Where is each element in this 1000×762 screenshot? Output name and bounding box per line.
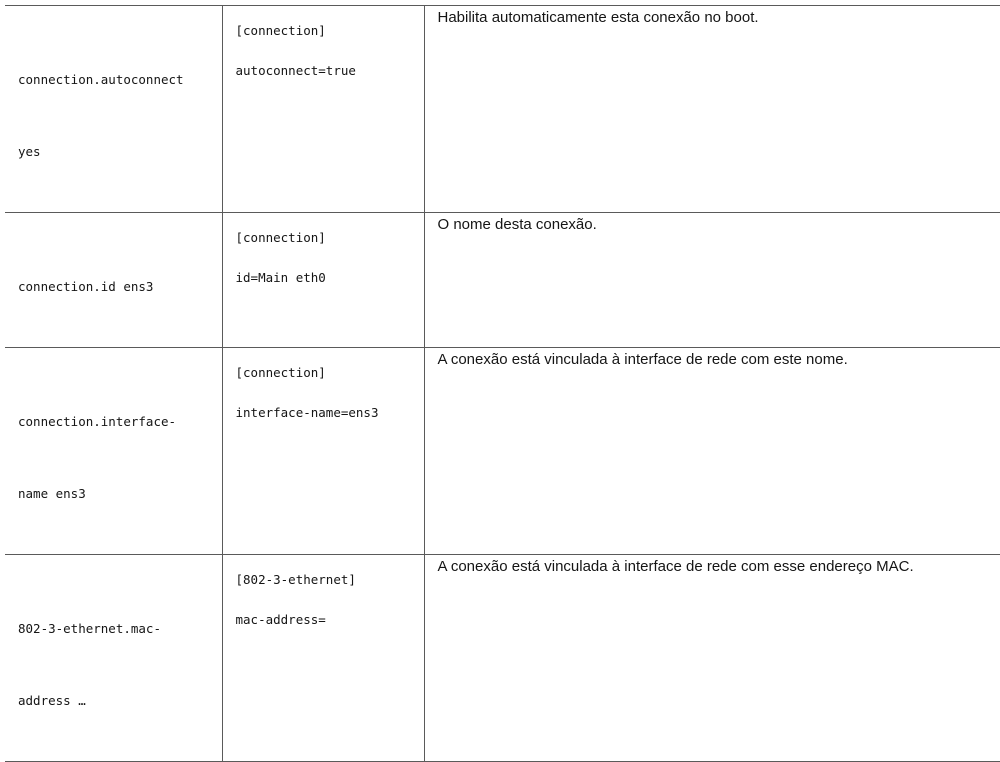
config-section: [802-3-ethernet] xyxy=(236,572,410,588)
table-row: connection.id ens3 [connection] id=Main … xyxy=(5,213,1000,348)
config-section: [connection] xyxy=(236,365,410,381)
description-cell: A conexão está vinculada à interface de … xyxy=(424,348,1000,555)
config-keyvalue: mac-address= xyxy=(236,612,410,628)
property-line: connection.id ens3 xyxy=(18,275,208,299)
property-cell: 802-3-ethernet.mac- address … xyxy=(5,555,222,762)
description-text: Habilita automaticamente esta conexão no… xyxy=(425,6,1000,28)
property-cell: connection.id ens3 xyxy=(5,213,222,348)
description-cell: Habilita automaticamente esta conexão no… xyxy=(424,6,1000,213)
description-text: O nome desta conexão. xyxy=(425,213,1000,235)
config-cell: [connection] id=Main eth0 xyxy=(222,213,424,348)
property-line: address … xyxy=(18,689,208,713)
description-text: A conexão está vinculada à interface de … xyxy=(425,348,1000,370)
property-line: connection.interface- xyxy=(18,410,208,434)
description-cell: A conexão está vinculada à interface de … xyxy=(424,555,1000,762)
config-section: [connection] xyxy=(236,230,410,246)
property-line: name ens3 xyxy=(18,482,208,506)
config-keyvalue: autoconnect=true xyxy=(236,63,410,79)
settings-table: connection.autoconnect yes [connection] … xyxy=(5,5,1000,762)
config-cell: [802-3-ethernet] mac-address= xyxy=(222,555,424,762)
table-row: 802-3-ethernet.mac- address … [802-3-eth… xyxy=(5,555,1000,762)
config-keyvalue: id=Main eth0 xyxy=(236,270,410,286)
description-cell: O nome desta conexão. xyxy=(424,213,1000,348)
property-line: 802-3-ethernet.mac- xyxy=(18,617,208,641)
table-row: connection.autoconnect yes [connection] … xyxy=(5,6,1000,213)
table-row: connection.interface- name ens3 [connect… xyxy=(5,348,1000,555)
config-cell: [connection] interface-name=ens3 xyxy=(222,348,424,555)
property-cell: connection.interface- name ens3 xyxy=(5,348,222,555)
description-text: A conexão está vinculada à interface de … xyxy=(425,555,1000,577)
property-line: yes xyxy=(18,140,208,164)
config-cell: [connection] autoconnect=true xyxy=(222,6,424,213)
config-keyvalue: interface-name=ens3 xyxy=(236,405,410,421)
config-section: [connection] xyxy=(236,23,410,39)
property-line: connection.autoconnect xyxy=(18,68,208,92)
property-cell: connection.autoconnect yes xyxy=(5,6,222,213)
